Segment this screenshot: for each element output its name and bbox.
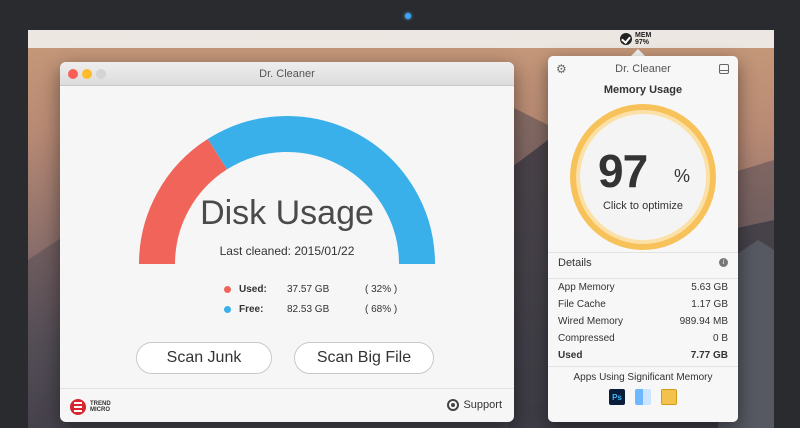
- detail-label: File Cache: [558, 299, 606, 310]
- legend-free-label: Free:: [239, 304, 264, 315]
- menubar-memory-indicator[interactable]: MEM 97%: [620, 32, 651, 46]
- detail-label: Compressed: [558, 333, 615, 344]
- detail-row-compressed: Compressed 0 B: [548, 330, 738, 347]
- mem-value: 97%: [635, 39, 650, 46]
- detail-row-app-memory: App Memory 5.63 GB: [548, 279, 738, 296]
- detail-label: Wired Memory: [558, 316, 624, 327]
- detail-row-file-cache: File Cache 1.17 GB: [548, 296, 738, 313]
- popover-arrow: [631, 49, 645, 56]
- legend-used: Used: 37.57 GB ( 32% ): [224, 284, 397, 295]
- detail-row-used: Used 7.77 GB: [548, 347, 738, 364]
- window-title: Dr. Cleaner: [259, 68, 315, 80]
- detail-value: 0 B: [712, 333, 728, 344]
- scan-junk-button[interactable]: Scan Junk: [136, 342, 272, 374]
- support-label: Support: [463, 399, 502, 411]
- mem-label: MEM: [635, 32, 652, 39]
- trend-micro-icon: [70, 399, 86, 415]
- brand-line2: MICRO: [90, 407, 110, 413]
- significant-memory-apps: Apps Using Significant Memory Ps: [548, 366, 738, 422]
- info-icon[interactable]: i: [719, 258, 728, 267]
- dr-cleaner-main-window: Dr. Cleaner Disk Usage Last cleaned: 201…: [60, 62, 514, 422]
- click-to-optimize-label: Click to optimize: [602, 200, 684, 212]
- detail-label: App Memory: [558, 282, 615, 293]
- dr-cleaner-menubar-icon: [620, 33, 632, 45]
- window-titlebar: Dr. Cleaner: [60, 62, 514, 86]
- memory-details-list: App Memory 5.63 GB File Cache 1.17 GB Wi…: [548, 278, 738, 364]
- used-dot-icon: [224, 286, 231, 293]
- support-link[interactable]: Support: [447, 399, 502, 411]
- details-header: Details i: [548, 252, 738, 272]
- camera-dot: [405, 13, 411, 19]
- detail-value: 1.17 GB: [691, 299, 728, 310]
- popover-title: Dr. Cleaner: [615, 63, 671, 75]
- memory-percent-sign: %: [674, 166, 691, 186]
- last-cleaned-text: Last cleaned: 2015/01/22: [219, 244, 355, 258]
- legend-free-percent: ( 68% ): [365, 304, 398, 315]
- detail-row-wired-memory: Wired Memory 989.94 MB: [548, 313, 738, 330]
- finder-icon[interactable]: [635, 389, 651, 405]
- app-icon-list: Ps: [548, 389, 738, 405]
- free-dot-icon: [224, 306, 231, 313]
- memory-percent-number: 97: [598, 145, 648, 197]
- memory-optimize-ring[interactable]: 97 % Click to optimize: [570, 104, 716, 250]
- disk-drive-icon[interactable]: [719, 64, 729, 74]
- legend-used-percent: ( 32% ): [365, 284, 398, 295]
- detail-value: 989.94 MB: [679, 316, 728, 327]
- memory-popover: ⚙ Dr. Cleaner Memory Usage 97 % Click to…: [548, 56, 738, 422]
- apps-title: Apps Using Significant Memory: [573, 372, 713, 383]
- detail-value: 5.63 GB: [691, 282, 728, 293]
- trend-micro-logo: TREND MICRO: [70, 399, 111, 415]
- legend-used-value: 37.57 GB: [287, 284, 330, 295]
- photoshop-icon[interactable]: Ps: [609, 389, 625, 405]
- legend-used-label: Used:: [239, 284, 267, 295]
- detail-label: Used: [558, 350, 583, 361]
- detail-value: 7.77 GB: [690, 350, 728, 361]
- legend-free: Free: 82.53 GB ( 68% ): [224, 304, 397, 315]
- details-label: Details: [558, 257, 592, 269]
- popover-header: ⚙ Dr. Cleaner: [548, 56, 738, 82]
- memory-usage-title: Memory Usage: [603, 84, 683, 96]
- preview-icon[interactable]: [661, 389, 677, 405]
- scan-big-file-button[interactable]: Scan Big File: [294, 342, 434, 374]
- lifebuoy-icon: [447, 399, 460, 411]
- legend-free-value: 82.53 GB: [287, 304, 330, 315]
- disk-usage-title: Disk Usage: [200, 194, 374, 232]
- window-footer: TREND MICRO Support: [60, 388, 514, 422]
